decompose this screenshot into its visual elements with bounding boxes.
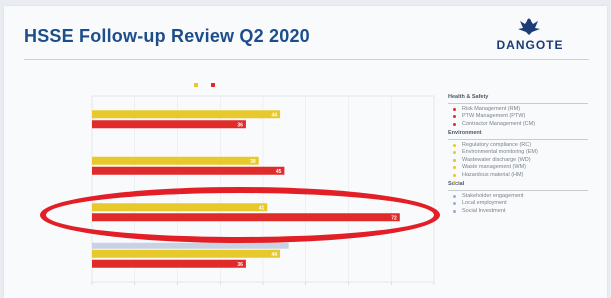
bullet-icon <box>453 107 456 111</box>
bullet-icon <box>453 194 456 198</box>
panel-section-heading: Health & Safety <box>448 94 489 100</box>
section-divider <box>448 138 588 140</box>
bar <box>92 166 285 175</box>
bullet-icon <box>453 158 456 162</box>
panel-item-text: Hazardous material (HM) <box>462 171 524 178</box>
panel-list-item: Waste management (WM) <box>448 164 608 172</box>
highlight-ellipse <box>40 187 440 243</box>
bar-value-label: 36 <box>237 262 243 268</box>
panel-list-item: Risk Management (RM) <box>448 106 608 114</box>
panel-item-text: Waste management (WM) <box>462 164 526 170</box>
panel-item-text: PTW Management (PTW) <box>462 113 526 119</box>
bullet-icon <box>453 143 456 147</box>
bar-value-label: 44 <box>272 252 278 258</box>
bar-value-label: 36 <box>237 122 243 128</box>
bullet-icon <box>453 181 456 184</box>
panel-list-item: Wastewater discharge (WD) <box>448 157 608 165</box>
bullet-icon <box>453 202 456 205</box>
panel-item-text: Local employment <box>462 200 507 206</box>
section-divider <box>448 189 588 191</box>
panel-list-item: PTW Management (PTW) <box>448 113 608 121</box>
bar <box>92 259 246 268</box>
slide: HSSE Follow-up Review Q2 2020 DANGOTE 44… <box>4 6 607 298</box>
panel-list-item: Contractor Management (CM) <box>448 121 608 129</box>
bullet-icon <box>453 166 456 169</box>
bar-value-label: 39 <box>250 159 256 165</box>
panel-list-item: Hazardous material (HM) <box>448 172 608 180</box>
bar <box>92 249 281 258</box>
bar <box>92 156 259 165</box>
extra-bar <box>92 242 289 249</box>
bar-value-label: 44 <box>272 112 278 118</box>
panel-item-text: Environmental monitoring (EM) <box>462 149 538 155</box>
panel-item-text: Social Investment <box>462 207 506 214</box>
panel-item-text: Contractor Management (CM) <box>462 120 536 127</box>
bar <box>92 110 281 119</box>
bullet-icon <box>453 209 456 213</box>
panel-list-item: Social Investment <box>448 208 608 216</box>
section-divider <box>448 102 588 104</box>
panel-list-item: Local employment <box>448 200 608 208</box>
bullet-icon <box>453 115 456 118</box>
bullet-icon <box>453 122 456 126</box>
panel-item-text: Wastewater discharge (WD) <box>462 156 531 163</box>
legend-panel: Health & Safety Risk Management (RM) PTW M… <box>448 92 608 215</box>
panel-list-item: Regulatory compliance (RC) <box>448 142 608 150</box>
bar-value-label: 45 <box>276 169 282 175</box>
bar <box>92 120 246 129</box>
panel-item-text: Regulatory compliance (RC) <box>462 141 532 148</box>
bullet-icon <box>453 151 456 154</box>
bullet-icon <box>453 173 456 177</box>
panel-list-item: Stakeholder engagement <box>448 193 608 201</box>
panel-item-text: Risk Management (RM) <box>462 105 521 112</box>
panel-item-text: Stakeholder engagement <box>462 192 524 199</box>
panel-section-heading: Environment <box>448 130 482 136</box>
panel-list-item: Environmental monitoring (EM) <box>448 149 608 157</box>
panel-section-heading: Social <box>448 181 465 187</box>
